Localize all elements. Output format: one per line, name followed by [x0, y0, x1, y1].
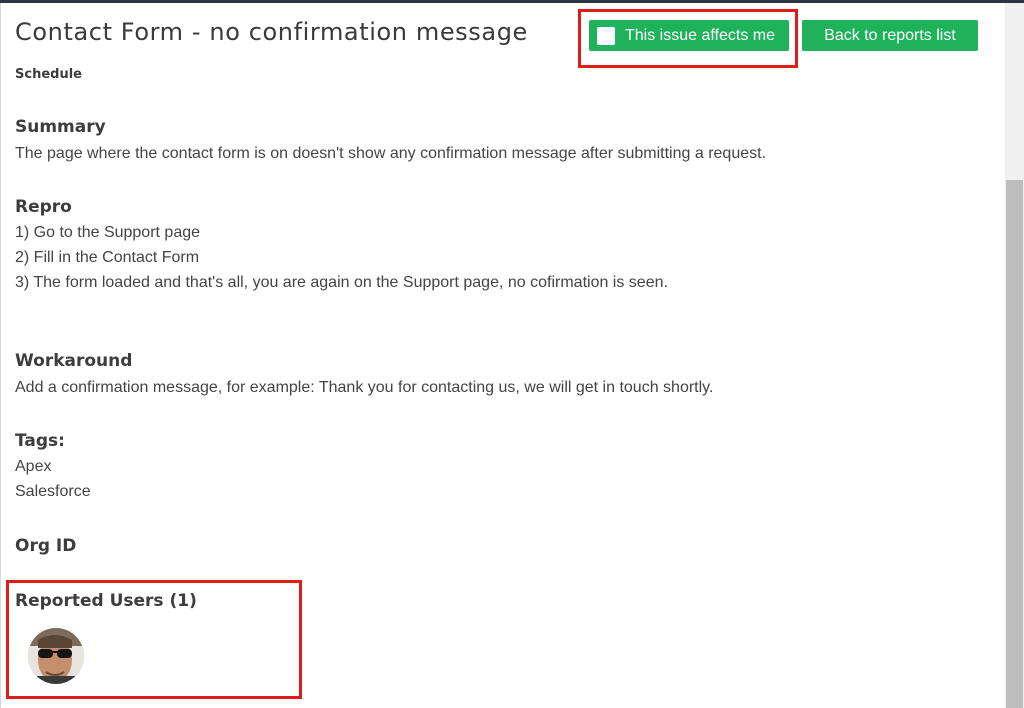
summary-heading: Summary — [15, 117, 106, 137]
page-title: Contact Form - no confirmation message — [15, 18, 528, 46]
scrollbar-thumb[interactable] — [1006, 180, 1023, 708]
repro-step: 3) The form loaded and that's all, you a… — [15, 274, 668, 291]
tag-item: Salesforce — [15, 483, 91, 500]
back-to-reports-label: Back to reports list — [824, 26, 956, 44]
frame-border — [0, 3, 1, 708]
repro-step: 2) Fill in the Contact Form — [15, 249, 200, 266]
workaround-text: Add a confirmation message, for example:… — [15, 379, 714, 396]
highlight-box-affects — [578, 9, 798, 68]
report-category: Schedule — [15, 67, 82, 82]
summary-text: The page where the contact form is on do… — [15, 145, 767, 162]
highlight-box-reported-users — [6, 580, 302, 699]
top-bar — [0, 0, 1024, 3]
tags-heading: Tags: — [15, 431, 65, 451]
repro-step: 1) Go to the Support page — [15, 224, 201, 241]
back-to-reports-button[interactable]: Back to reports list — [802, 20, 978, 51]
repro-heading: Repro — [15, 197, 72, 217]
workaround-heading: Workaround — [15, 351, 133, 371]
tag-item: Apex — [15, 458, 52, 475]
org-id-heading: Org ID — [15, 536, 77, 556]
